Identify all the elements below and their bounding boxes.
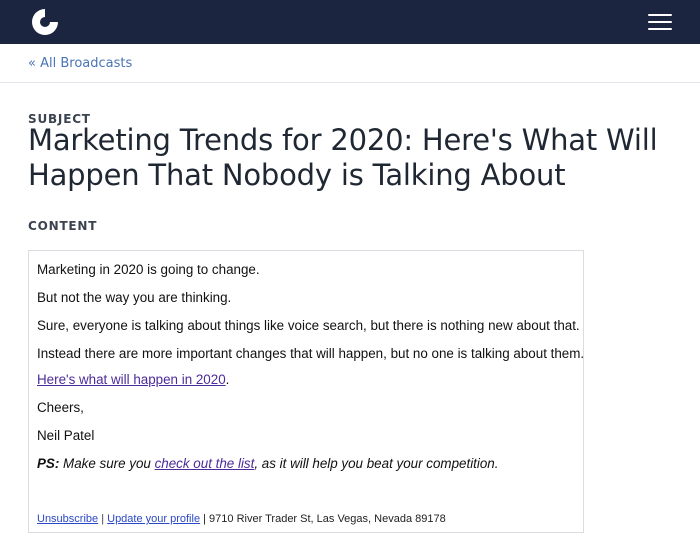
ps-text-before: Make sure you bbox=[59, 456, 155, 471]
email-line: But not the way you are thinking. bbox=[37, 290, 232, 305]
email-line: Instead there are more important changes… bbox=[37, 346, 585, 361]
signature: Neil Patel bbox=[37, 428, 95, 443]
footer-separator: | bbox=[101, 513, 105, 525]
ps-line: PS: Make sure you check out the list, as… bbox=[37, 456, 498, 471]
email-content-box: Marketing in 2020 is going to change. Bu… bbox=[28, 250, 584, 533]
footer-address: | 9710 River Trader St, Las Vegas, Nevad… bbox=[203, 513, 446, 525]
signoff: Cheers, bbox=[37, 400, 84, 415]
ps-label: PS: bbox=[37, 456, 60, 471]
email-line: Marketing in 2020 is going to change. bbox=[37, 262, 260, 277]
breadcrumb: « All Broadcasts bbox=[0, 44, 700, 83]
email-footer: Unsubscribe | Update your profile | 9710… bbox=[37, 513, 446, 525]
email-link-line: Here's what will happen in 2020. bbox=[37, 372, 229, 387]
convertkit-logo-icon[interactable] bbox=[29, 6, 61, 38]
ps-text-after: , as it will help you beat your competit… bbox=[254, 456, 499, 471]
subject-title: Marketing Trends for 2020: Here's What W… bbox=[28, 123, 658, 192]
link-suffix: . bbox=[225, 372, 230, 387]
whats-happening-link[interactable]: Here's what will happen in 2020 bbox=[37, 372, 226, 387]
content-label: CONTENT bbox=[28, 219, 98, 233]
update-profile-link[interactable]: Update your profile bbox=[107, 513, 200, 525]
hamburger-menu-icon[interactable] bbox=[648, 14, 672, 32]
top-nav-bar bbox=[0, 0, 700, 44]
all-broadcasts-link[interactable]: « All Broadcasts bbox=[28, 56, 132, 71]
check-out-list-link[interactable]: check out the list bbox=[155, 456, 255, 471]
email-line: Sure, everyone is talking about things l… bbox=[37, 318, 580, 333]
unsubscribe-link[interactable]: Unsubscribe bbox=[37, 513, 98, 525]
